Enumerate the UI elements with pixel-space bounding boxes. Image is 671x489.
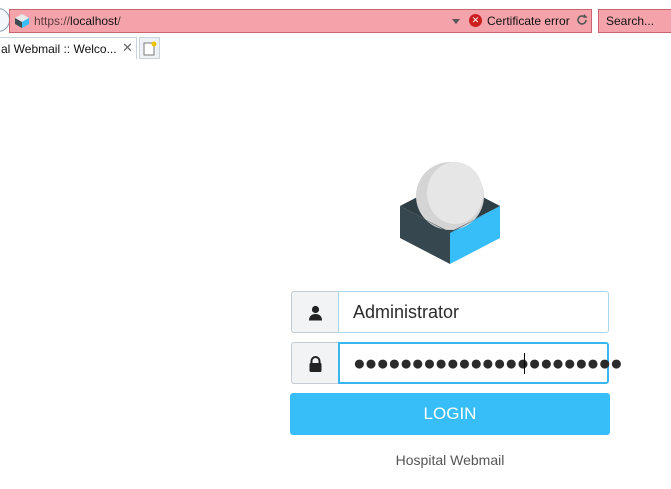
username-addon	[291, 291, 338, 333]
browser-chrome: https://localhost/ ✕ Certificate error S…	[0, 0, 671, 60]
password-masked-value: ●●●●●●●●●●●●●●●●●●●●●●●	[353, 352, 623, 375]
search-box[interactable]: Search...	[598, 9, 671, 33]
lock-icon	[309, 356, 322, 372]
username-value: Administrator	[353, 302, 460, 322]
user-icon	[309, 305, 322, 321]
roundcube-logo	[400, 162, 500, 264]
search-placeholder: Search...	[606, 14, 655, 28]
username-field-group: Administrator	[291, 291, 609, 333]
tab-title: al Webmail :: Welco...	[1, 42, 117, 56]
address-bar[interactable]: https://localhost/ ✕ Certificate error	[9, 9, 592, 33]
password-field-group: ●●●●●●●●●●●●●●●●●●●●●●●	[291, 342, 623, 384]
new-tab-icon	[143, 41, 157, 56]
login-button[interactable]: LOGIN	[290, 393, 610, 435]
password-input[interactable]: ●●●●●●●●●●●●●●●●●●●●●●●	[338, 342, 623, 384]
text-cursor	[524, 353, 525, 374]
certificate-error-icon[interactable]: ✕	[469, 14, 482, 27]
footer-product-name: Hospital Webmail	[395, 452, 505, 468]
refresh-icon[interactable]	[575, 13, 589, 27]
close-icon[interactable]: ✕	[122, 40, 133, 56]
site-favicon-icon	[15, 14, 29, 28]
tab-webmail[interactable]: al Webmail :: Welco... ✕	[0, 37, 137, 59]
certificate-error-label[interactable]: Certificate error	[487, 14, 570, 28]
password-addon	[291, 342, 338, 384]
username-input[interactable]: Administrator	[338, 291, 609, 333]
url-text: https://localhost/	[34, 14, 121, 28]
dropdown-arrow-icon[interactable]	[451, 16, 461, 26]
new-tab-button[interactable]	[139, 37, 160, 59]
